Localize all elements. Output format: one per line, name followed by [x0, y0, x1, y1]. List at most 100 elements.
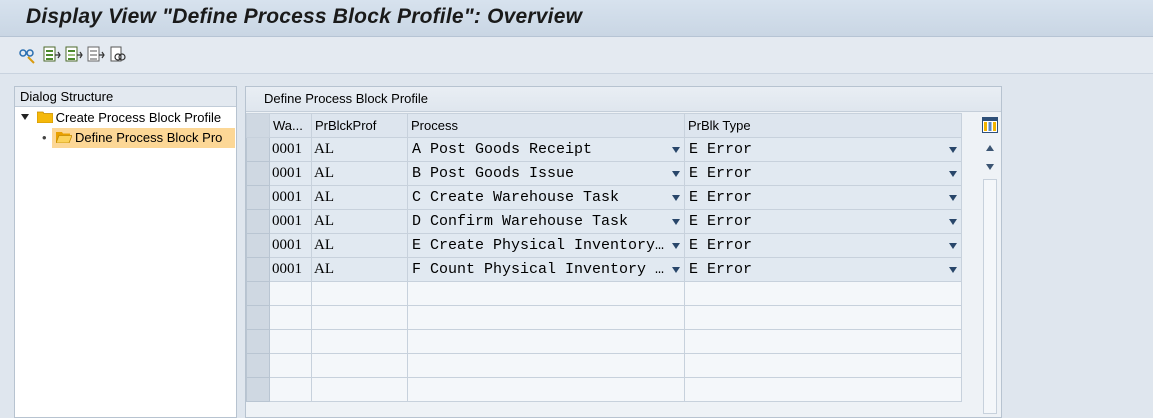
print-preview-icon[interactable]	[108, 45, 128, 65]
empty-cell	[407, 329, 685, 354]
dialog-structure-header: Dialog Structure	[15, 87, 236, 107]
process-dropdown[interactable]: D Confirm Warehouse Task	[407, 209, 685, 234]
empty-cell	[311, 281, 408, 306]
deselect-all-icon[interactable]	[86, 45, 106, 65]
dropdown-arrow-icon[interactable]	[672, 267, 680, 273]
empty-cell	[407, 377, 685, 402]
process-dropdown[interactable]: E Create Physical Inventory…	[407, 233, 685, 258]
table-title: Define Process Block Profile	[264, 91, 429, 106]
dropdown-arrow-icon[interactable]	[949, 147, 957, 153]
prblk-type-value: E Error	[689, 261, 753, 278]
dropdown-arrow-icon[interactable]	[672, 219, 680, 225]
table-row-empty	[246, 281, 962, 306]
row-selector[interactable]	[246, 305, 270, 330]
bullet-icon: •	[42, 130, 47, 145]
column-header-prblk-type[interactable]: PrBlk Type	[684, 113, 962, 138]
prblk-type-value: E Error	[689, 213, 753, 230]
vertical-scrollbar[interactable]	[982, 139, 998, 414]
prblk-type-value: E Error	[689, 141, 753, 158]
process-dropdown[interactable]: A Post Goods Receipt	[407, 137, 685, 162]
empty-cell	[311, 329, 408, 354]
table-row: 0001 AL F Count Physical Inventory … E E…	[246, 257, 962, 282]
dropdown-arrow-icon[interactable]	[949, 219, 957, 225]
prblk-type-value: E Error	[689, 189, 753, 206]
process-value: B Post Goods Issue	[412, 165, 575, 182]
empty-cell	[407, 353, 685, 378]
table-row: 0001 AL A Post Goods Receipt E Error	[246, 137, 962, 162]
row-selector[interactable]	[246, 209, 270, 234]
empty-cell	[269, 329, 312, 354]
process-dropdown[interactable]: F Count Physical Inventory …	[407, 257, 685, 282]
data-table: Wa... PrBlckProf Process PrBlk Type 0001…	[246, 113, 962, 402]
scroll-track[interactable]	[983, 179, 997, 414]
column-header-warehouse[interactable]: Wa...	[269, 113, 312, 138]
prblk-type-value: E Error	[689, 165, 753, 182]
dropdown-arrow-icon[interactable]	[949, 243, 957, 249]
empty-cell	[407, 281, 685, 306]
dropdown-arrow-icon[interactable]	[672, 147, 680, 153]
process-value: C Create Warehouse Task	[412, 189, 620, 206]
column-header-process[interactable]: Process	[407, 113, 685, 138]
process-value: D Confirm Warehouse Task	[412, 213, 629, 230]
table-settings-icon[interactable]	[982, 117, 998, 133]
table-panel: Define Process Block Profile Wa... PrBlc…	[245, 86, 1002, 418]
table-row-empty	[246, 329, 962, 354]
empty-cell	[269, 377, 312, 402]
cell-warehouse: 0001	[269, 233, 312, 258]
row-selector[interactable]	[246, 281, 270, 306]
application-toolbar	[0, 37, 1153, 73]
row-selector[interactable]	[246, 353, 270, 378]
cell-prblckprof: AL	[311, 161, 408, 186]
table-row: 0001 AL C Create Warehouse Task E Error	[246, 185, 962, 210]
prblk-type-dropdown[interactable]: E Error	[684, 161, 962, 186]
row-selector[interactable]	[246, 233, 270, 258]
dropdown-arrow-icon[interactable]	[672, 171, 680, 177]
select-block-icon[interactable]	[64, 45, 84, 65]
folder-icon	[36, 109, 54, 124]
cell-warehouse: 0001	[269, 185, 312, 210]
empty-cell	[269, 281, 312, 306]
table-row-empty	[246, 305, 962, 330]
empty-cell	[311, 305, 408, 330]
scroll-up-icon[interactable]	[986, 145, 994, 151]
empty-cell	[407, 305, 685, 330]
prblk-type-dropdown[interactable]: E Error	[684, 137, 962, 162]
glasses-settings-icon[interactable]	[17, 45, 37, 65]
row-selector[interactable]	[246, 161, 270, 186]
expand-arrow-icon[interactable]	[21, 114, 29, 120]
tree-node-define-process-block-profile[interactable]: • Define Process Block Pro	[42, 128, 235, 148]
prblk-type-dropdown[interactable]: E Error	[684, 257, 962, 282]
empty-cell	[269, 353, 312, 378]
select-all-icon[interactable]	[42, 45, 62, 65]
row-selector[interactable]	[246, 185, 270, 210]
process-dropdown[interactable]: C Create Warehouse Task	[407, 185, 685, 210]
empty-cell	[311, 377, 408, 402]
row-selector[interactable]	[246, 329, 270, 354]
dropdown-arrow-icon[interactable]	[672, 195, 680, 201]
select-all-column-header[interactable]	[246, 113, 270, 138]
table-row-empty	[246, 353, 962, 378]
prblk-type-dropdown[interactable]: E Error	[684, 185, 962, 210]
tree-node-label: Create Process Block Profile	[55, 110, 222, 125]
row-selector[interactable]	[246, 137, 270, 162]
process-dropdown[interactable]: B Post Goods Issue	[407, 161, 685, 186]
empty-cell	[269, 305, 312, 330]
row-selector[interactable]	[246, 377, 270, 402]
dropdown-arrow-icon[interactable]	[672, 243, 680, 249]
prblk-type-value: E Error	[689, 237, 753, 254]
process-value: A Post Goods Receipt	[412, 141, 593, 158]
empty-cell	[311, 353, 408, 378]
column-header-prblckprof[interactable]: PrBlckProf	[311, 113, 408, 138]
dialog-structure-panel: Dialog Structure Create Process Block Pr…	[14, 86, 237, 418]
cell-warehouse: 0001	[269, 257, 312, 282]
dropdown-arrow-icon[interactable]	[949, 171, 957, 177]
process-value: F Count Physical Inventory …	[412, 261, 665, 278]
tree-node-create-process-block-profile[interactable]: Create Process Block Profile	[21, 108, 221, 128]
row-selector[interactable]	[246, 257, 270, 282]
table-row: 0001 AL B Post Goods Issue E Error	[246, 161, 962, 186]
prblk-type-dropdown[interactable]: E Error	[684, 209, 962, 234]
prblk-type-dropdown[interactable]: E Error	[684, 233, 962, 258]
dropdown-arrow-icon[interactable]	[949, 195, 957, 201]
scroll-down-icon[interactable]	[986, 164, 994, 170]
dropdown-arrow-icon[interactable]	[949, 267, 957, 273]
